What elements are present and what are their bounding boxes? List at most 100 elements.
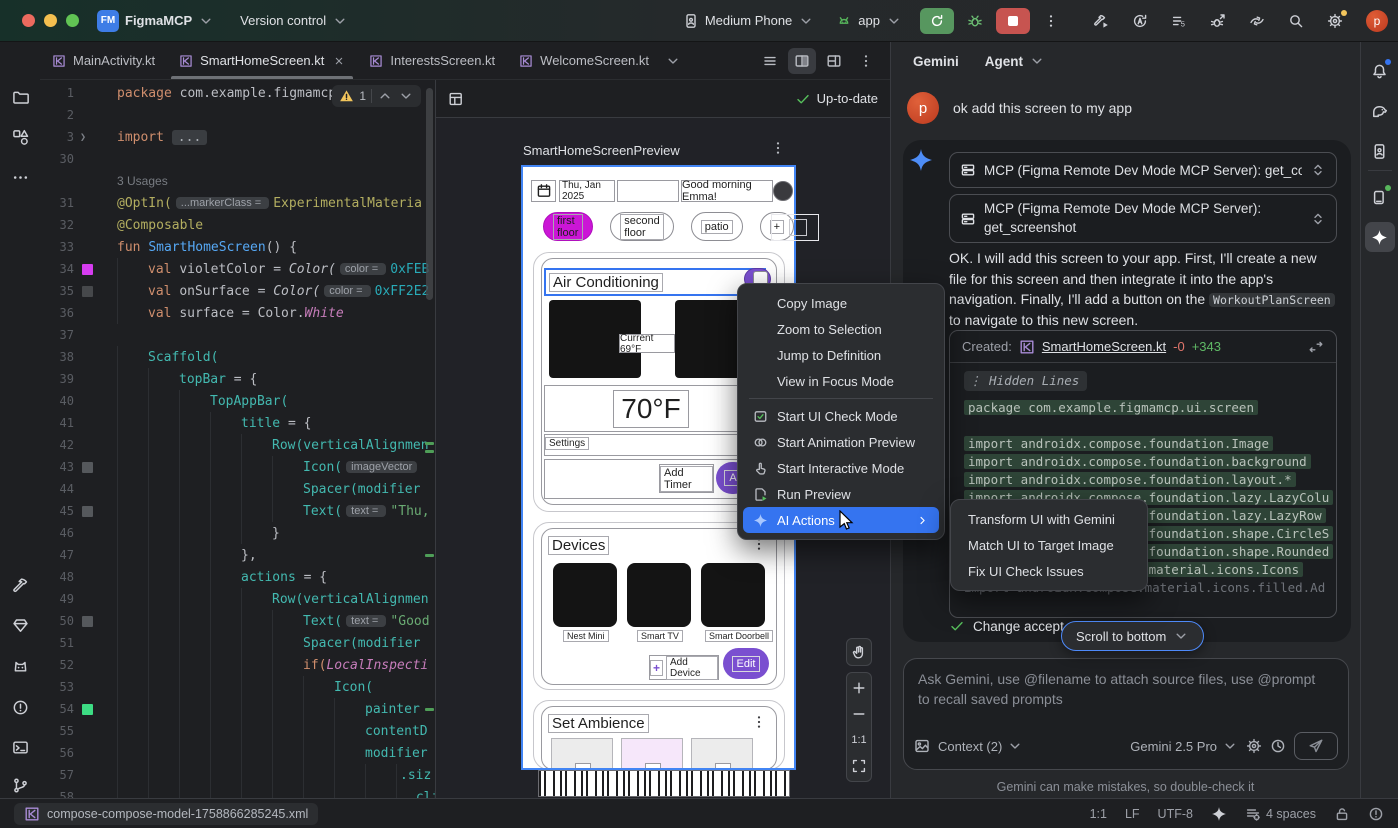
tab-interestsscreen[interactable]: InterestsScreen.kt: [357, 42, 507, 79]
menu-item-zoom-to-selection[interactable]: Zoom to Selection: [743, 316, 939, 342]
device-tile-nest-mini[interactable]: [553, 563, 617, 627]
code-line-37[interactable]: 37: [40, 324, 435, 346]
tab-overflow-chevron-icon[interactable]: [665, 53, 681, 69]
code-line-56[interactable]: 56modifier: [40, 742, 435, 764]
ambience-tile[interactable]: [691, 738, 753, 770]
build-hammer-button[interactable]: [5, 570, 35, 600]
logcat-button[interactable]: [5, 650, 35, 680]
statusbar-file[interactable]: compose-compose-model-1758866285245.xml: [14, 803, 318, 825]
attach-debugger-button[interactable]: [1203, 7, 1233, 35]
color-swatch[interactable]: [82, 704, 93, 715]
preview-options-icon[interactable]: [770, 140, 786, 156]
tab-welcomescreen[interactable]: WelcomeScreen.kt: [507, 42, 661, 79]
sync-button[interactable]: [1242, 7, 1272, 35]
zoom-ratio-button[interactable]: 1:1: [847, 727, 871, 753]
code-line-47[interactable]: 47},: [40, 544, 435, 566]
tab-mainactivity[interactable]: MainActivity.kt: [40, 42, 167, 79]
zoom-fit-button[interactable]: [847, 753, 871, 779]
code-line-43[interactable]: 43Icon(imageVector: [40, 456, 435, 478]
expand-icon[interactable]: [1310, 211, 1326, 227]
running-devices-button[interactable]: [1365, 182, 1395, 212]
code-editor[interactable]: 1package com.example.figmamcp.u23❯import…: [40, 80, 435, 798]
problems-button[interactable]: [5, 692, 35, 722]
code-line-40[interactable]: 40TopAppBar(: [40, 390, 435, 412]
device-tile-smart-tv[interactable]: [627, 563, 691, 627]
scroll-to-bottom-button[interactable]: Scroll to bottom: [1061, 621, 1204, 651]
code-line-54[interactable]: 54painter: [40, 698, 435, 720]
code-line-44[interactable]: 44Spacer(modifier: [40, 478, 435, 500]
fold-arrow-icon[interactable]: ❯: [80, 132, 86, 143]
pan-button[interactable]: [846, 638, 872, 666]
code-line-34[interactable]: 34val violetColor = Color(color = 0xFEB: [40, 258, 435, 280]
submenu-item-fix-ui-check-issues[interactable]: Fix UI Check Issues: [956, 558, 1142, 584]
code-line-53[interactable]: 53Icon(: [40, 676, 435, 698]
settings-button[interactable]: [1320, 7, 1350, 35]
created-file-link[interactable]: SmartHomeScreen.kt: [1042, 339, 1166, 354]
room-chip-patio[interactable]: patio: [691, 212, 743, 241]
ac-header-selected[interactable]: Air Conditioning: [544, 268, 766, 296]
code-line-36[interactable]: 36val surface = Color.White: [40, 302, 435, 324]
editor-scrollbar[interactable]: [426, 88, 433, 300]
code-line-3[interactable]: 3❯import ...: [40, 126, 435, 148]
debug-button[interactable]: [960, 7, 990, 35]
prev-problem-icon[interactable]: [377, 88, 393, 104]
ambience-tile[interactable]: [621, 738, 683, 770]
tool-call-card[interactable]: MCP (Figma Remote Dev Mode MCP Server): …: [949, 152, 1337, 188]
code-line-45[interactable]: 45Text(text = "Thu,: [40, 500, 435, 522]
code-line-48[interactable]: 48actions = {: [40, 566, 435, 588]
gemini-input-box[interactable]: Ask Gemini, use @filename to attach sour…: [903, 658, 1349, 770]
code-line-32[interactable]: 32@Composable: [40, 214, 435, 236]
device-manager-button[interactable]: [1365, 136, 1395, 166]
editor-options-button[interactable]: [852, 48, 880, 74]
context-selector[interactable]: Context (2): [938, 738, 1023, 754]
room-chip-first-floor[interactable]: first floor: [543, 212, 593, 241]
history-icon[interactable]: [1270, 738, 1286, 754]
menu-item-start-ui-check-mode[interactable]: Start UI Check Mode: [743, 403, 939, 429]
device-selector[interactable]: Medium Phone: [683, 13, 814, 29]
zoom-in-button[interactable]: [847, 675, 871, 701]
device-tile-smart-doorbell[interactable]: [701, 563, 765, 627]
code-line-49[interactable]: 49Row(verticalAlignmen: [40, 588, 435, 610]
more-tools-button[interactable]: [5, 162, 35, 192]
tab-smarthomescreen[interactable]: SmartHomeScreen.kt: [167, 42, 357, 79]
code-line-50[interactable]: 50Text(text = "Good: [40, 610, 435, 632]
expand-icon[interactable]: [1310, 162, 1326, 178]
vcs-widget[interactable]: Version control: [240, 13, 348, 29]
attach-image-icon[interactable]: [914, 738, 930, 754]
menu-item-jump-to-definition[interactable]: Jump to Definition: [743, 342, 939, 368]
gemini-tab[interactable]: Gemini: [913, 54, 959, 69]
model-selector[interactable]: Gemini 2.5 Pro: [1130, 738, 1238, 754]
code-line-58[interactable]: 58.cli: [40, 786, 435, 798]
build-run-button[interactable]: [1086, 7, 1116, 35]
version-control-button[interactable]: [5, 770, 35, 800]
todo-list-button[interactable]: 5: [1164, 7, 1194, 35]
next-problem-icon[interactable]: [398, 88, 414, 104]
maximize-window-button[interactable]: [66, 14, 79, 27]
notifications-button[interactable]: [1365, 56, 1395, 86]
app-quality-button[interactable]: [5, 610, 35, 640]
editor-list-view-button[interactable]: [756, 48, 784, 74]
inspection-widget[interactable]: 1: [332, 85, 421, 107]
gemini-button[interactable]: [1365, 222, 1395, 252]
hidden-lines-chip[interactable]: ⋮ Hidden Lines: [964, 371, 1087, 391]
code-line-33[interactable]: 33fun SmartHomeScreen() {: [40, 236, 435, 258]
gemini-status-icon[interactable]: [1211, 806, 1227, 822]
code-line-52[interactable]: 52if(LocalInspecti: [40, 654, 435, 676]
gradle-button[interactable]: [1365, 96, 1395, 126]
terminal-button[interactable]: [5, 732, 35, 762]
code-line-57[interactable]: 57.siz: [40, 764, 435, 786]
project-widget[interactable]: FM FigmaMCP: [97, 10, 214, 32]
agent-mode-selector[interactable]: Agent: [985, 53, 1045, 69]
ui-tools-icon[interactable]: [448, 91, 464, 107]
line-ending[interactable]: LF: [1125, 807, 1140, 821]
open-diff-icon[interactable]: [1308, 339, 1324, 355]
menu-item-start-interactive-mode[interactable]: Start Interactive Mode: [743, 455, 939, 481]
minimize-window-button[interactable]: [44, 14, 57, 27]
project-folder-button[interactable]: [5, 82, 35, 112]
menu-item-copy-image[interactable]: Copy Image: [743, 290, 939, 316]
code-line-41[interactable]: 41title = {: [40, 412, 435, 434]
color-swatch[interactable]: [82, 286, 93, 297]
ac-settings-label[interactable]: Settings: [545, 437, 589, 450]
run-config-selector[interactable]: app: [836, 13, 902, 29]
code-line-51[interactable]: 51Spacer(modifier: [40, 632, 435, 654]
